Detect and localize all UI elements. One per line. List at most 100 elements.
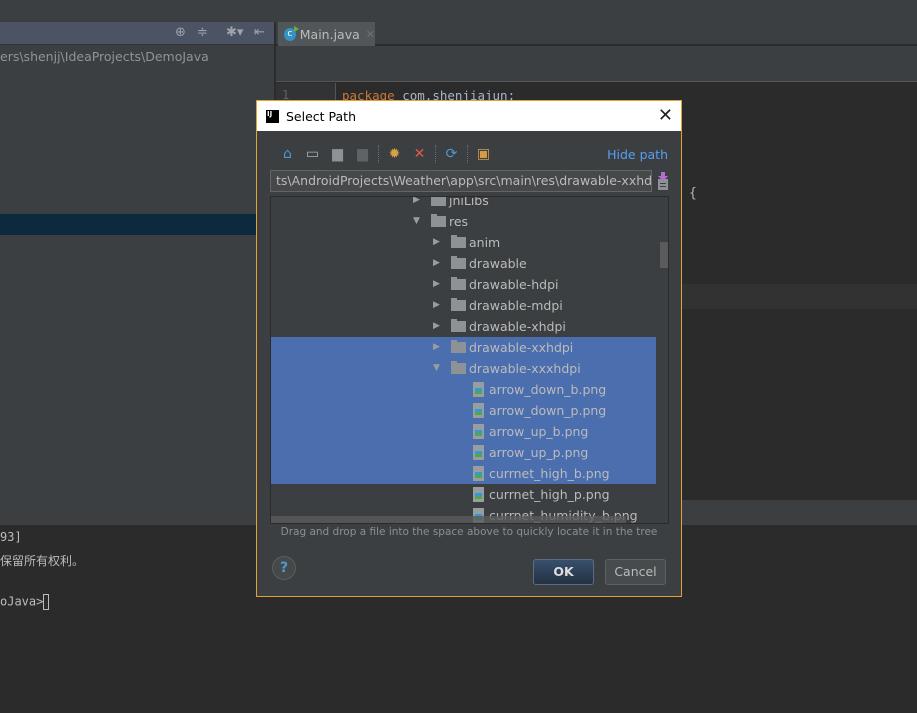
help-button[interactable]: ? [272, 556, 296, 580]
dialog-title: Select Path [286, 108, 356, 124]
project-panel [0, 45, 274, 500]
tree-item-label: currnet_high_p.png [489, 487, 610, 502]
project-folder-icon[interactable]: ▆ [325, 144, 350, 164]
close-icon[interactable]: ✕ [658, 105, 673, 126]
tree-vertical-scrollbar[interactable] [660, 242, 668, 268]
path-input[interactable]: ts\AndroidProjects\Weather\app\src\main\… [270, 170, 652, 192]
tree-file-row[interactable]: arrow_up_p.png [271, 442, 656, 463]
tree-folder-row[interactable]: ▶ drawable-xhdpi [271, 316, 656, 337]
collapse-arrow-icon[interactable]: ▼ [433, 358, 440, 379]
tab-main-java[interactable]: c Main.java ✕ [278, 22, 375, 46]
hide-panel-icon[interactable]: ⇤ [254, 25, 265, 40]
toolbar-separator [467, 145, 468, 163]
terminal-prompt[interactable]: oJava> [0, 594, 50, 610]
terminal-prompt-text: oJava> [0, 594, 44, 609]
tree-item-label: arrow_up_p.png [489, 445, 589, 460]
close-tab-icon[interactable]: ✕ [366, 28, 375, 41]
folder-icon [451, 361, 466, 374]
folder-icon [451, 277, 466, 290]
tree-item-label: drawable-mdpi [469, 298, 563, 313]
image-file-icon [473, 445, 484, 460]
folder-icon [451, 256, 466, 269]
project-root-path[interactable]: ers\shenjj\IdeaProjects\DemoJava [0, 49, 209, 64]
tree-item-label: jniLibs [449, 196, 489, 208]
intellij-logo-icon: IJ [266, 109, 279, 123]
file-chooser-toolbar: ⌂ ▭ ▆ ▆ ✹ ✕ ⟳ ▣ [275, 144, 496, 164]
tree-file-row[interactable]: arrow_up_b.png [271, 421, 656, 442]
tree-folder-row[interactable]: ▼ drawable-xxxhdpi [271, 358, 656, 379]
folder-icon [451, 298, 466, 311]
module-folder-icon[interactable]: ▆ [350, 144, 375, 164]
tree-file-row[interactable]: arrow_down_p.png [271, 400, 656, 421]
image-file-icon [473, 487, 484, 502]
delete-icon[interactable]: ✕ [407, 144, 432, 164]
java-class-icon: c [284, 25, 299, 41]
tree-item-label: drawable-xxhdpi [469, 340, 574, 355]
image-file-icon [473, 403, 484, 418]
ide-title-bar [0, 0, 917, 22]
expand-arrow-icon[interactable]: ▶ [413, 197, 420, 211]
tree-item-label: drawable [469, 256, 527, 271]
expand-arrow-icon[interactable]: ▶ [433, 274, 440, 295]
tree-item-label: drawable-xhdpi [469, 319, 566, 334]
tree-item-label: anim [469, 235, 501, 250]
tree-folder-row[interactable]: ▶ drawable-mdpi [271, 295, 656, 316]
tree-file-row[interactable]: currnet_high_p.png [271, 484, 656, 505]
file-tree[interactable]: ▶ jniLibs ▼ res ▶ anim ▶ drawable ▶ drawable-hdpi… [270, 196, 669, 524]
toolbar-separator [435, 145, 436, 163]
image-file-icon [473, 382, 484, 397]
image-file-icon [473, 424, 484, 439]
toolbar-separator [378, 145, 379, 163]
home-icon[interactable]: ⌂ [275, 144, 300, 164]
tree-file-row[interactable]: arrow_down_b.png [271, 379, 656, 400]
tree-folder-row[interactable]: ▶ drawable [271, 253, 656, 274]
folder-icon [431, 214, 446, 227]
cancel-button[interactable]: Cancel [605, 559, 666, 585]
image-file-icon [473, 466, 484, 481]
terminal-line: 93] [0, 530, 22, 544]
expand-arrow-icon[interactable]: ▶ [433, 316, 440, 337]
tree-folder-row[interactable]: ▶ drawable-xxhdpi [271, 337, 656, 358]
tree-folder-row[interactable]: ▶ drawable-hdpi [271, 274, 656, 295]
terminal-cursor [43, 594, 50, 610]
dialog-title-bar[interactable]: IJ Select Path [257, 101, 681, 131]
tree-folder-row[interactable]: ▶ anim [271, 232, 656, 253]
tree-item-label: arrow_up_b.png [489, 424, 589, 439]
tree-item-label: arrow_down_b.png [489, 382, 607, 397]
desktop-icon[interactable]: ▭ [300, 144, 325, 164]
caret-row-highlight [682, 284, 917, 309]
tree-item-label: currnet_high_b.png [489, 466, 610, 481]
collapse-icon[interactable]: ≑ [197, 25, 208, 40]
folder-icon [451, 319, 466, 332]
expand-arrow-icon[interactable]: ▶ [433, 337, 440, 358]
folder-icon [451, 235, 466, 248]
hide-path-link[interactable]: Hide path [607, 147, 668, 162]
project-selected-row[interactable] [0, 214, 256, 235]
terminal-line: 保留所有权利。 [0, 554, 85, 568]
tree-item-label: drawable-xxxhdpi [469, 361, 581, 376]
target-icon[interactable]: ⊕ [175, 25, 186, 40]
refresh-icon[interactable]: ⟳ [439, 144, 464, 164]
gear-icon[interactable]: ✱▾ [226, 25, 243, 40]
tree-folder-row[interactable]: ▶ jniLibs [271, 196, 656, 211]
collapse-arrow-icon[interactable]: ▼ [413, 211, 420, 232]
expand-arrow-icon[interactable]: ▶ [433, 295, 440, 316]
tree-horizontal-scrollbar[interactable] [271, 516, 626, 523]
tree-item-label: arrow_down_p.png [489, 403, 607, 418]
navigation-bar [276, 46, 917, 82]
ok-button[interactable]: OK [533, 559, 594, 585]
new-folder-icon[interactable]: ✹ [382, 144, 407, 164]
show-hidden-icon[interactable]: ▣ [471, 144, 496, 164]
folder-icon [451, 340, 466, 353]
expand-arrow-icon[interactable]: ▶ [433, 232, 440, 253]
tree-item-label: drawable-hdpi [469, 277, 559, 292]
tab-label: Main.java [299, 26, 360, 42]
expand-arrow-icon[interactable]: ▶ [433, 253, 440, 274]
tree-file-row[interactable]: currnet_high_b.png [271, 463, 656, 484]
paste-path-icon[interactable] [656, 171, 670, 191]
tree-item-label: res [449, 214, 469, 229]
tree-folder-row[interactable]: ▼ res [271, 211, 656, 232]
folder-icon [431, 197, 446, 206]
code-brace: { [689, 186, 697, 201]
drag-drop-hint: Drag and drop a file into the space abov… [280, 526, 658, 538]
